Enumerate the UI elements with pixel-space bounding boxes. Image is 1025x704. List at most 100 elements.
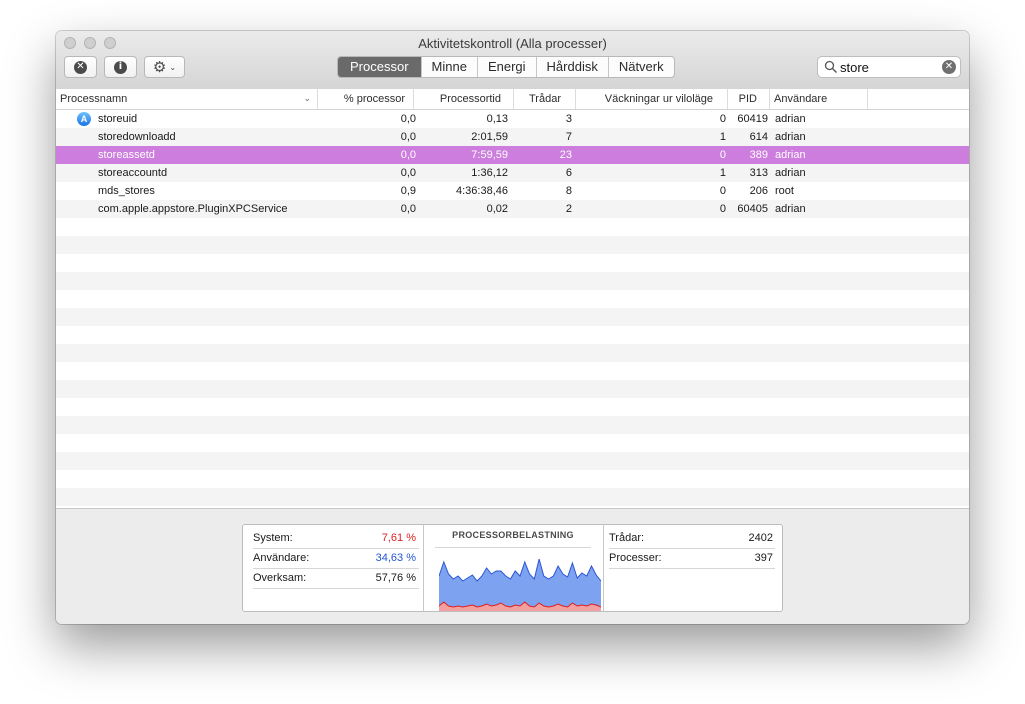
- user-name: adrian: [775, 167, 806, 179]
- column-header-user[interactable]: Användare: [770, 89, 868, 109]
- column-header-cpu-time[interactable]: Processortid: [414, 89, 514, 109]
- cpu-percent: 0,0: [400, 113, 416, 125]
- empty-row: [56, 362, 969, 380]
- empty-row: [56, 254, 969, 272]
- column-header-pid[interactable]: PID: [728, 89, 770, 109]
- user-name: adrian: [775, 203, 806, 215]
- tab-energy[interactable]: Energi: [476, 57, 536, 77]
- threads-value: 2402: [748, 532, 773, 544]
- empty-row: [56, 488, 969, 506]
- pid: 206: [749, 185, 768, 197]
- cpu-percent: 0,9: [400, 185, 416, 197]
- processes-value: 397: [754, 552, 773, 564]
- clear-search-icon[interactable]: ✕: [942, 60, 956, 74]
- table-row[interactable]: storedownloadd 0,0 2:01,59 7 1 614 adrian: [56, 128, 969, 146]
- column-header-cpu[interactable]: % processor: [318, 89, 414, 109]
- stop-process-button[interactable]: ✕: [64, 56, 97, 78]
- empty-row: [56, 452, 969, 470]
- window-title: Aktivitetskontroll (Alla processer): [418, 36, 607, 51]
- empty-row: [56, 236, 969, 254]
- user-name: adrian: [775, 149, 806, 161]
- user-name: root: [775, 185, 794, 197]
- gear-icon: ⚙: [152, 57, 167, 76]
- cpu-time: 1:36,12: [471, 167, 508, 179]
- thread-count: 23: [559, 149, 572, 161]
- empty-row: [56, 380, 969, 398]
- search-field[interactable]: store ✕: [817, 56, 961, 78]
- cpu-time: 0,02: [486, 203, 508, 215]
- empty-row: [56, 344, 969, 362]
- tab-network[interactable]: Nätverk: [607, 57, 674, 77]
- threads-stat: Trådar: 2402: [609, 528, 773, 548]
- sort-chevron-icon: ⌄: [303, 94, 311, 104]
- cpu-percent: 0,0: [400, 167, 416, 179]
- process-name: com.apple.appstore.PluginXPCService: [98, 203, 288, 215]
- pid: 389: [749, 149, 768, 161]
- chevron-down-icon: ⌄: [169, 62, 177, 72]
- empty-row: [56, 398, 969, 416]
- wakeup-count: 0: [719, 203, 726, 215]
- thread-count: 3: [565, 113, 572, 125]
- pid: 614: [749, 131, 768, 143]
- toolbar: Aktivitetskontroll (Alla processer) ✕ i …: [56, 31, 969, 90]
- tab-memory[interactable]: Minne: [420, 57, 477, 77]
- process-name: storeuid: [98, 113, 138, 125]
- system-stat: System: 7,61 %: [253, 528, 416, 548]
- wakeup-count: 1: [719, 131, 726, 143]
- thread-count: 2: [565, 203, 572, 215]
- search-input[interactable]: store: [840, 60, 869, 75]
- empty-row: [56, 290, 969, 308]
- thread-count: 6: [565, 167, 572, 179]
- close-icon: ✕: [74, 60, 87, 74]
- inspect-process-button[interactable]: i: [104, 56, 137, 78]
- wakeup-count: 0: [719, 185, 726, 197]
- table-row[interactable]: Astoreuid 0,0 0,13 3 0 60419 adrian: [56, 110, 969, 128]
- activity-monitor-window: Aktivitetskontroll (Alla processer) ✕ i …: [56, 31, 969, 624]
- table-header: Processnamn ⌄ % processor Processortid T…: [56, 89, 969, 110]
- processes-stat: Processer: 397: [609, 548, 773, 568]
- wakeup-count: 1: [719, 167, 726, 179]
- action-menu-button[interactable]: ⚙ ⌄: [144, 56, 185, 78]
- user-stat: Användare: 34,63 %: [253, 548, 416, 568]
- cpu-time: 0,13: [486, 113, 508, 125]
- table-row[interactable]: mds_stores 0,9 4:36:38,46 8 0 206 root: [56, 182, 969, 200]
- empty-row: [56, 434, 969, 452]
- tab-processor[interactable]: Processor: [338, 57, 421, 77]
- process-table: Astoreuid 0,0 0,13 3 0 60419 adrian storedownlo…: [56, 110, 969, 508]
- wakeup-count: 0: [719, 149, 726, 161]
- idle-stat: Overksam: 57,76 %: [253, 568, 416, 588]
- empty-row: [56, 416, 969, 434]
- pid: 313: [749, 167, 768, 179]
- cpu-load-title: PROCESSORBELASTNING: [452, 530, 574, 540]
- cpu-stats-panel: System: 7,61 % Användare: 34,63 % Overks…: [242, 524, 783, 612]
- table-row[interactable]: com.apple.appstore.PluginXPCService 0,0 0,…: [56, 200, 969, 218]
- empty-row: [56, 326, 969, 344]
- cpu-percent: 0,0: [400, 149, 416, 161]
- user-name: adrian: [775, 131, 806, 143]
- table-row[interactable]: storeassetd 0,0 7:59,59 23 0 389 adrian: [56, 146, 969, 164]
- cpu-time: 7:59,59: [471, 149, 508, 161]
- stats-bar: System: 7,61 % Användare: 34,63 % Overks…: [56, 508, 969, 624]
- process-name: storedownloadd: [98, 131, 176, 143]
- idle-value: 57,76 %: [375, 572, 416, 584]
- cpu-percent: 0,0: [400, 131, 416, 143]
- pid: 60405: [737, 203, 768, 215]
- empty-row: [56, 308, 969, 326]
- table-row[interactable]: storeaccountd 0,0 1:36,12 6 1 313 adrian: [56, 164, 969, 182]
- empty-row: [56, 470, 969, 488]
- empty-row: [56, 272, 969, 290]
- column-header-threads[interactable]: Trådar: [514, 89, 576, 109]
- tab-disk[interactable]: Hårddisk: [535, 57, 608, 77]
- cpu-time: 4:36:38,46: [456, 185, 508, 197]
- wakeup-count: 0: [719, 113, 726, 125]
- column-header-wakeups[interactable]: Väckningar ur viloläge: [576, 89, 728, 109]
- thread-count: 7: [565, 131, 572, 143]
- pid: 60419: [737, 113, 768, 125]
- system-value: 7,61 %: [381, 532, 416, 544]
- column-header-process-name[interactable]: Processnamn ⌄: [56, 89, 318, 109]
- search-icon: [824, 60, 837, 73]
- empty-row: [56, 218, 969, 236]
- cpu-time: 2:01,59: [471, 131, 508, 143]
- process-name: mds_stores: [98, 185, 155, 197]
- process-name: storeaccountd: [98, 167, 168, 179]
